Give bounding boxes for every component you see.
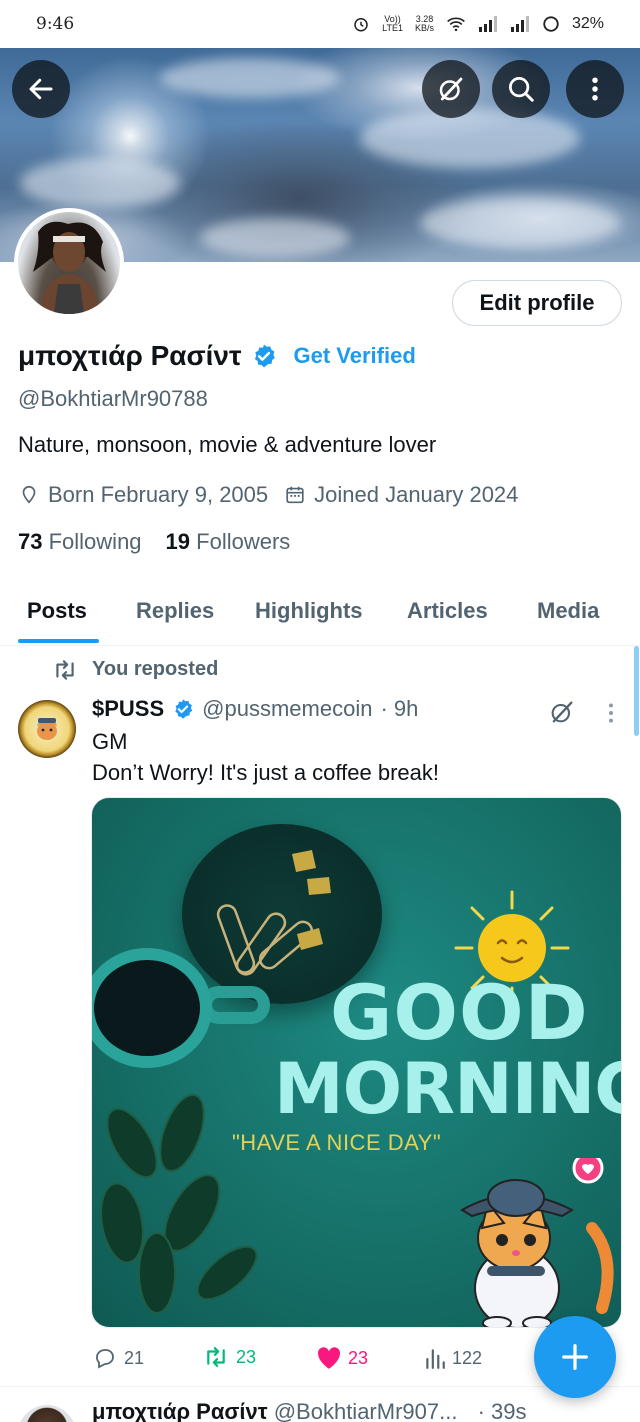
signal-icon-2	[510, 16, 529, 32]
tab-media[interactable]: Media	[537, 598, 599, 624]
display-name: μποχτιάρ Ρασίντ	[18, 340, 242, 371]
follow-stats: 73 Following 19 Followers	[18, 529, 290, 555]
image-text-good: GOOD	[330, 968, 589, 1057]
post-image[interactable]: GOOD MORNING "HAVE A NICE DAY"	[91, 797, 622, 1328]
image-text-subtitle: "HAVE A NICE DAY"	[232, 1130, 442, 1155]
joined-text: Joined January 2024	[314, 482, 519, 507]
repost-icon	[207, 1347, 225, 1367]
views-icon	[426, 1349, 445, 1369]
plus-icon	[562, 1344, 588, 1370]
next-post-handle[interactable]: @BokhtiarMr907...	[274, 1399, 458, 1422]
profile-tabs: Posts Replies Highlights Articles Media	[0, 580, 640, 646]
following-label: Following	[48, 529, 142, 554]
back-button[interactable]	[12, 60, 70, 118]
status-bar: 9:46 Vo)) LTE1 3.28 KB/s 32%	[0, 0, 640, 48]
more-vertical-icon	[592, 77, 598, 101]
next-post-avatar[interactable]	[18, 1405, 76, 1422]
profile-avatar-frame[interactable]	[14, 208, 124, 318]
like-icon	[318, 1347, 341, 1369]
next-post-author-name[interactable]: μποχτιάρ Ρασίντ	[92, 1399, 268, 1422]
back-arrow-icon	[29, 78, 53, 100]
following-link[interactable]: 73 Following	[18, 529, 142, 555]
puss-avatar-illustration	[37, 718, 57, 740]
avatar-illustration	[33, 221, 106, 314]
verified-badge-icon	[255, 344, 276, 368]
post-author-name[interactable]: $PUSS	[92, 696, 164, 722]
post-author-handle[interactable]: @pussmemecoin	[202, 696, 372, 722]
following-count: 73	[18, 529, 43, 554]
post-time: · 9h	[380, 696, 419, 721]
tab-articles[interactable]: Articles	[407, 598, 488, 624]
grok-icon[interactable]	[548, 698, 576, 726]
compose-post-button[interactable]	[534, 1316, 616, 1398]
post-text-line-1: GM	[92, 729, 128, 754]
calendar-icon	[286, 486, 304, 504]
profile-meta: Born February 9, 2005 Joined January 202…	[18, 482, 518, 508]
edit-profile-button[interactable]: Edit profile	[452, 280, 622, 326]
repost-count: 23	[236, 1346, 257, 1367]
repost-icon	[56, 659, 74, 680]
lte-label: LTE1	[382, 23, 403, 33]
image-text-morning: MORNING	[274, 1048, 622, 1130]
data-unit: KB/s	[414, 23, 434, 33]
wifi-icon	[447, 17, 465, 32]
born-text: Born February 9, 2005	[48, 482, 269, 507]
birthdate-item: Born February 9, 2005	[18, 482, 268, 508]
repost-button[interactable]: 23	[202, 1346, 256, 1368]
post-actions: 21 23 23 122	[92, 1346, 552, 1372]
more-options-button[interactable]	[566, 60, 624, 118]
location-icon	[22, 485, 36, 504]
profile-handle: @BokhtiarMr90788	[18, 386, 208, 411]
followers-count: 19	[165, 529, 191, 554]
joined-item: Joined January 2024	[284, 482, 518, 508]
image-cat	[460, 1158, 614, 1327]
profile-name-row: μποχτιάρ Ρασίντ Get Verified	[18, 340, 416, 372]
image-coffee-cup	[92, 948, 212, 1068]
repost-label: You reposted	[92, 658, 219, 680]
grok-icon	[439, 77, 463, 101]
search-icon	[509, 77, 534, 102]
image-plant	[100, 1093, 258, 1314]
views-button[interactable]: 122	[424, 1346, 482, 1370]
post-text-line-2: Don’t Worry! It's just a coffee break!	[92, 760, 439, 785]
like-button[interactable]: 23	[316, 1346, 368, 1370]
reply-icon	[96, 1349, 114, 1369]
reply-button[interactable]: 21	[92, 1346, 144, 1370]
next-post-header: μποχτιάρ Ρασίντ @BokhtiarMr907... · 39s	[92, 1399, 527, 1422]
more-vertical-icon[interactable]	[604, 700, 618, 726]
battery-icon	[543, 16, 559, 32]
like-count: 23	[348, 1347, 369, 1368]
verified-badge-icon	[175, 699, 193, 719]
signal-icon	[478, 16, 497, 32]
repost-indicator: You reposted	[52, 658, 218, 681]
active-tab-indicator	[18, 639, 99, 643]
post-header: $PUSS @pussmemecoin · 9h	[92, 696, 418, 722]
status-time: 9:46	[36, 14, 75, 34]
scrollbar[interactable]	[634, 646, 639, 736]
get-verified-link[interactable]: Get Verified	[293, 343, 415, 369]
next-post-time: · 39s	[477, 1399, 527, 1422]
reply-count: 21	[124, 1347, 145, 1368]
followers-link[interactable]: 19 Followers	[166, 529, 291, 555]
avatar	[18, 212, 120, 314]
next-post[interactable]: μποχτιάρ Ρασίντ @BokhtiarMr907... · 39s	[0, 1386, 640, 1422]
alarm-icon	[354, 18, 368, 32]
tab-highlights[interactable]: Highlights	[255, 598, 363, 624]
views-count: 122	[452, 1347, 483, 1368]
grok-button[interactable]	[422, 60, 480, 118]
search-button[interactable]	[492, 60, 550, 118]
profile-bio: Nature, monsoon, movie & adventure lover	[18, 432, 437, 457]
tab-replies[interactable]: Replies	[136, 598, 214, 624]
followers-label: Followers	[196, 529, 291, 554]
battery-level: 32%	[571, 15, 604, 32]
post-avatar[interactable]	[18, 700, 76, 758]
tab-posts[interactable]: Posts	[27, 598, 87, 624]
